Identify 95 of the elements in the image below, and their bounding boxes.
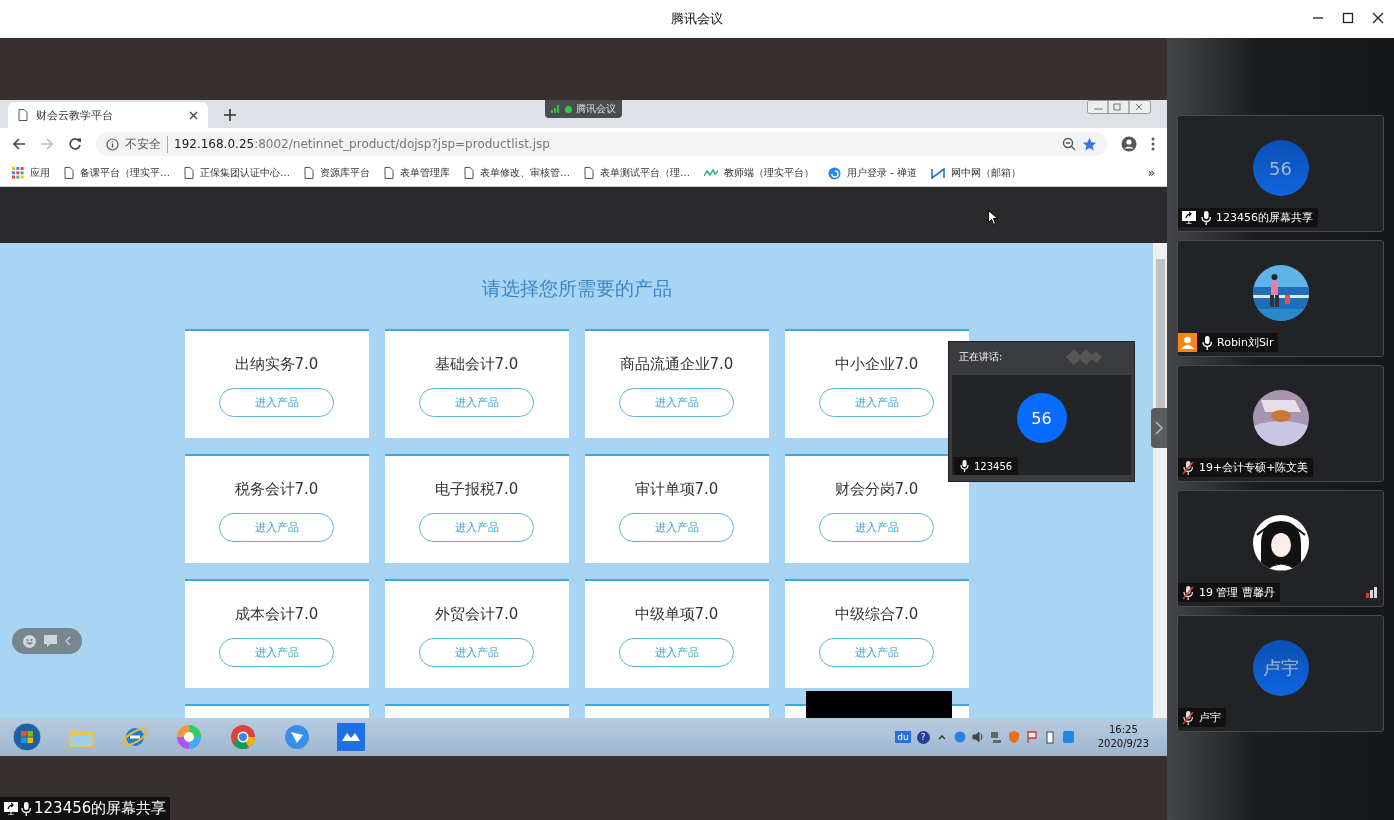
- url-text: 192.168.0.25:8002/netinnet_product/dojsp?jsp=productlist.jsp: [174, 137, 550, 151]
- share-label-text: 123456的屏幕共享: [34, 799, 167, 818]
- product-name: 基础会计7.0: [434, 355, 519, 374]
- star-icon[interactable]: [1082, 136, 1097, 152]
- bookmark[interactable]: 教师端（理实平台）: [704, 166, 814, 180]
- taskbar-clock[interactable]: 16:25 2020/9/23: [1081, 723, 1163, 751]
- taskbar-app-icon[interactable]: [282, 722, 312, 752]
- mic-icon: [960, 460, 969, 472]
- page-heading: 请选择您所需要的产品: [481, 276, 672, 301]
- bookmark[interactable]: 备课平台（理实平…: [64, 166, 170, 180]
- scrollbar[interactable]: [1153, 243, 1167, 718]
- taskbar-app-icon[interactable]: [228, 722, 258, 752]
- bookmark[interactable]: 应用: [12, 166, 50, 180]
- participant-tile[interactable]: 56 123456的屏幕共享: [1177, 115, 1384, 232]
- tray-icon[interactable]: [1025, 730, 1038, 744]
- participant-tile[interactable]: Robin刘Sir: [1177, 240, 1384, 357]
- status-dot-icon: [565, 105, 572, 113]
- product-name: 出纳实务7.0: [234, 355, 319, 374]
- participant-name: Robin刘Sir: [1217, 335, 1274, 350]
- address-bar[interactable]: 不安全 192.168.0.25:8002/netinnet_product/dojsp?jsp=productlist.jsp: [96, 132, 1107, 156]
- zoom-icon[interactable]: [1062, 137, 1076, 151]
- bookmark[interactable]: 正保集团认证中心…: [184, 166, 290, 180]
- avatar: 56: [1252, 140, 1309, 196]
- participant-name: 19 管理 曹馨丹: [1199, 585, 1275, 600]
- page-icon: [184, 167, 194, 179]
- swirl-icon: [828, 166, 841, 180]
- account-icon[interactable]: [1121, 136, 1137, 152]
- back-icon[interactable]: [12, 137, 26, 151]
- tray-icon[interactable]: [971, 730, 984, 744]
- page-icon: [64, 167, 74, 179]
- product-name: 中级综合7.0: [834, 605, 919, 624]
- participant-name: 卢宇: [1199, 710, 1221, 725]
- participant-tile[interactable]: 19 管理 曹馨丹: [1177, 490, 1384, 607]
- window-title: 腾讯会议: [671, 10, 723, 28]
- product-name: 电子报税7.0: [434, 480, 519, 499]
- browser-window-controls[interactable]: [1087, 100, 1151, 114]
- reload-icon[interactable]: [68, 137, 82, 151]
- page-icon: [464, 167, 474, 179]
- bookmark[interactable]: 表单修改、审核管…: [464, 166, 570, 180]
- mic-icon: [21, 801, 31, 816]
- maximize-icon[interactable]: [1342, 12, 1354, 24]
- browser-tab[interactable]: 财会云教学平台: [8, 102, 208, 128]
- avatar: 56: [1016, 393, 1067, 443]
- taskbar-app-icon[interactable]: [12, 722, 42, 752]
- bookmark[interactable]: 用户登录 - 禅道: [828, 166, 917, 180]
- more-bookmarks[interactable]: »: [1147, 166, 1155, 180]
- reaction-toolbar[interactable]: [12, 628, 82, 654]
- participant-name: 19+会计专硕+陈文美: [1199, 460, 1309, 475]
- taskbar-app-icon[interactable]: [336, 722, 366, 752]
- participant-name: 123456的屏幕共享: [1216, 210, 1313, 225]
- page-icon: [304, 167, 314, 179]
- signal-icon: [551, 105, 561, 113]
- tray-icon[interactable]: [989, 730, 1002, 744]
- page-icon: [18, 109, 28, 121]
- product-name: 财会分岗7.0: [834, 480, 919, 499]
- close-icon[interactable]: [1372, 12, 1384, 24]
- tray-icon[interactable]: du: [895, 731, 911, 743]
- collapse-icon[interactable]: [65, 636, 71, 646]
- emoji-icon[interactable]: [23, 634, 36, 648]
- logo-icon: [930, 167, 945, 179]
- bookmark[interactable]: 表单管理库: [384, 166, 450, 180]
- panel-toggle[interactable]: [1151, 408, 1167, 448]
- page-icon: [384, 167, 394, 179]
- apps-grid-icon: [12, 167, 24, 179]
- chevron-icon: [1155, 421, 1163, 435]
- help-icon[interactable]: ?: [916, 730, 930, 744]
- security-label: 不安全: [125, 135, 168, 153]
- meeting-label: 腾讯会议: [576, 102, 616, 116]
- product-name: 中小企业7.0: [834, 355, 919, 374]
- new-tab-icon[interactable]: [224, 109, 236, 121]
- bookmark[interactable]: 表单测试平台（理…: [584, 166, 690, 180]
- product-name: 商品流通企业7.0: [619, 355, 734, 374]
- participant-tile[interactable]: 卢宇 卢宇: [1177, 615, 1384, 732]
- speaker-name: 123456: [974, 460, 1013, 472]
- close-icon[interactable]: [189, 110, 198, 120]
- cursor-icon: [988, 210, 998, 225]
- page-icon: [584, 167, 594, 179]
- line-chart-icon: [704, 168, 718, 178]
- product-name: 审计单项7.0: [634, 480, 719, 499]
- screen-share-icon: [4, 802, 18, 815]
- product-name: 外贸会计7.0: [434, 605, 519, 624]
- logo-icon: [1064, 348, 1104, 366]
- product-name: 税务会计7.0: [234, 480, 319, 499]
- info-icon: [106, 137, 119, 151]
- product-name: 中级单项7.0: [634, 605, 719, 624]
- menu-icon[interactable]: [1151, 137, 1155, 151]
- participant-tile[interactable]: 19+会计专硕+陈文美: [1177, 365, 1384, 482]
- tray-icon[interactable]: [1043, 730, 1056, 744]
- bookmark[interactable]: 资源库平台: [304, 166, 370, 180]
- chat-icon[interactable]: [44, 635, 57, 647]
- taskbar-app-icon[interactable]: [174, 722, 204, 752]
- avatar: 卢宇: [1252, 640, 1309, 696]
- bookmark[interactable]: 网中网（邮箱）: [930, 166, 1021, 180]
- speaking-label: 正在讲话:: [959, 350, 1003, 364]
- product-name: 成本会计7.0: [234, 605, 319, 624]
